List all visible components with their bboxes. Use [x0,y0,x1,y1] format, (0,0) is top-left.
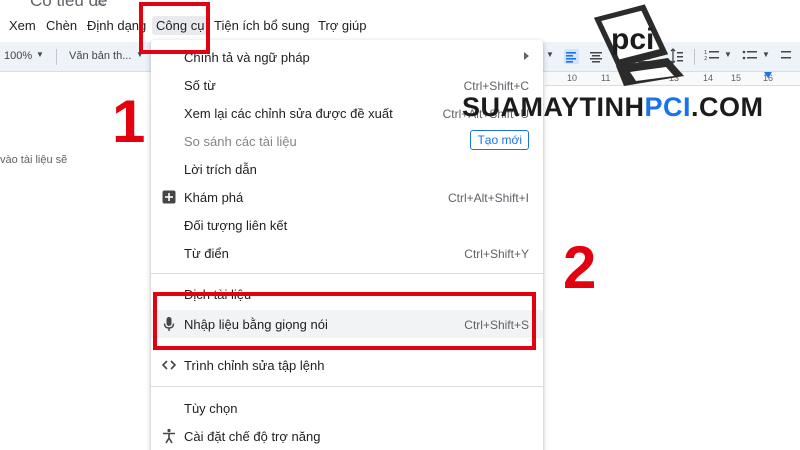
menu-item-label: Trình chỉnh sửa tập lệnh [184,358,325,373]
menu-item-preferences[interactable]: Tùy chọn [151,394,543,422]
align-left-icon[interactable] [563,48,579,64]
explore-plus-icon [162,190,176,204]
star-icon[interactable]: ☆ [94,0,107,10]
menu-item-dictionary[interactable]: Từ điển Ctrl+Shift+Y [151,239,543,267]
menu-item-script-editor[interactable]: Trình chỉnh sửa tập lệnh [151,351,543,379]
menu-item-shortcut: Ctrl+Shift+Y [464,247,529,261]
watermark-text: SUAMAYTINHPCI.COM [462,92,764,123]
numbered-list-caret-icon[interactable]: ▼ [724,50,732,59]
menu-item-linked-objects[interactable]: Đối tượng liên kết [151,211,543,239]
step-number-1: 1 [112,88,146,155]
bulleted-list-icon[interactable] [742,48,758,64]
submenu-arrow-icon [524,52,529,60]
document-body-text: vào tài liệu sẽ [0,154,68,166]
menu-item-label: So sánh các tài liệu [184,134,297,149]
accessibility-icon [163,428,175,444]
watermark-text-part: PCI [644,92,692,122]
menu-item-citations[interactable]: Lời trích dẫn [151,155,543,183]
menu-item-label: Cài đặt chế độ trợ năng [184,429,321,444]
svg-text:2: 2 [704,56,707,62]
ruler-number: 10 [567,73,578,83]
menu-item-label: Lời trích dẫn [184,162,257,177]
pci-logo-icon: pci [593,4,684,86]
menu-item-label: Tùy chọn [184,401,238,416]
step-number-2: 2 [563,234,597,301]
highlight-box-tools-menu [139,2,210,54]
menu-item-label: Đối tượng liên kết [184,218,288,233]
zoom-caret-icon[interactable]: ▼ [36,50,44,59]
font-size-caret-icon[interactable]: ▼ [546,50,554,59]
menu-item-compare-documents: So sánh các tài liệu Tạo mới [151,127,543,155]
menu-item-label: Xem lại các chỉnh sửa được đề xuất [184,106,393,121]
menu-xem[interactable]: Xem [9,18,36,33]
menu-divider [151,273,543,274]
style-select[interactable]: Văn bản th... [69,50,131,62]
menu-item-label: Từ điển [184,246,229,261]
checklist-icon[interactable] [780,48,796,64]
ruler-number: 15 [731,73,742,83]
menu-item-explore[interactable]: Khám phá Ctrl+Alt+Shift+I [151,183,543,211]
menu-item-shortcut: Ctrl+Shift+C [463,79,529,93]
menu-divider [151,386,543,387]
menu-item-shortcut: Ctrl+Alt+Shift+I [447,191,529,205]
menu-chen[interactable]: Chèn [46,18,77,33]
ruler-number: 14 [703,73,714,83]
toolbar-divider [694,49,695,65]
menu-item-accessibility-settings[interactable]: Cài đặt chế độ trợ năng [151,422,543,450]
menu-item-label: Khám phá [184,190,244,205]
numbered-list-icon[interactable]: 1 2 [704,48,720,64]
bulleted-list-caret-icon[interactable]: ▼ [762,50,770,59]
menu-tro-giup[interactable]: Trợ giúp [318,18,367,33]
code-brackets-icon [161,360,177,370]
watermark-text-part: .COM [691,92,764,122]
right-indent-marker[interactable] [764,72,772,78]
highlight-box-voice-typing [153,292,536,350]
menu-tien-ich-bo-sung[interactable]: Tiện ích bổ sung [214,18,310,33]
watermark-text-part: SUAMAYTINH [462,92,645,122]
pci-logo-text: pci [611,23,654,56]
toolbar-divider [56,49,57,65]
menu-dinh-dang[interactable]: Định dạng [87,18,146,33]
new-badge: Tạo mới [470,130,529,150]
menu-item-label: Số từ [184,78,216,93]
zoom-select[interactable]: 100% [4,50,32,62]
